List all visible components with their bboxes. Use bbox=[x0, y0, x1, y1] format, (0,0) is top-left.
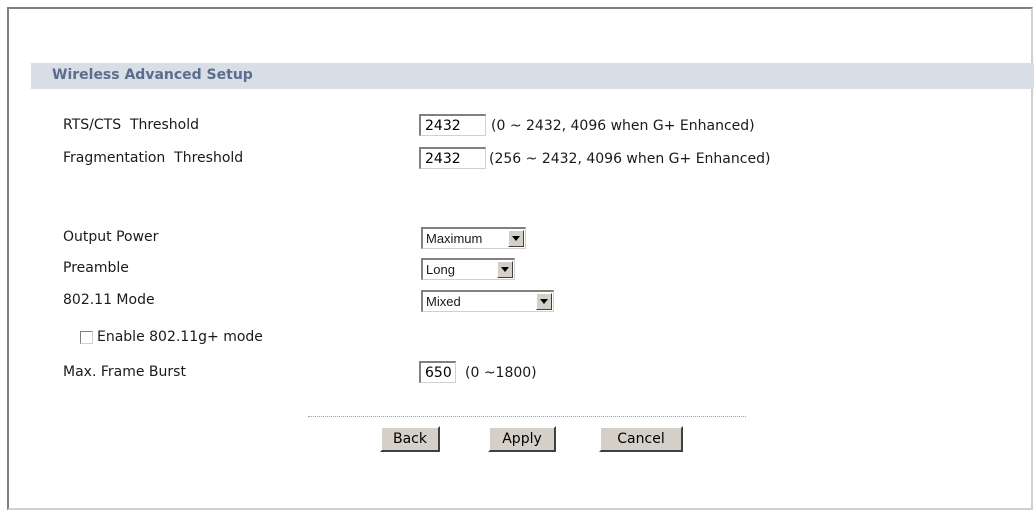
preamble-label: Preamble bbox=[63, 260, 129, 276]
preamble-select[interactable]: Long bbox=[421, 258, 515, 280]
preamble-value: Long bbox=[426, 262, 455, 277]
chevron-down-icon[interactable] bbox=[497, 261, 513, 278]
rts-threshold-input[interactable] bbox=[419, 114, 486, 136]
section-title: Wireless Advanced Setup bbox=[52, 67, 253, 83]
enable-gplus-label: Enable 802.11g+ mode bbox=[97, 329, 263, 345]
output-power-label: Output Power bbox=[63, 229, 159, 245]
section-header: Wireless Advanced Setup bbox=[31, 63, 1034, 89]
output-power-select[interactable]: Maximum bbox=[421, 227, 526, 249]
frame-burst-range: (0 ~1800) bbox=[465, 365, 537, 381]
output-power-value: Maximum bbox=[426, 231, 483, 246]
fragmentation-threshold-range: (256 ~ 2432, 4096 when G+ Enhanced) bbox=[489, 151, 771, 167]
chevron-down-icon[interactable] bbox=[536, 293, 552, 310]
rts-threshold-range: (0 ~ 2432, 4096 when G+ Enhanced) bbox=[491, 118, 755, 134]
mode-select[interactable]: Mixed bbox=[421, 290, 554, 312]
frame-burst-label: Max. Frame Burst bbox=[63, 364, 186, 380]
mode-label: 802.11 Mode bbox=[63, 292, 155, 308]
frame-burst-input[interactable] bbox=[419, 361, 456, 383]
cancel-button[interactable]: Cancel bbox=[599, 426, 683, 452]
chevron-down-icon[interactable] bbox=[508, 230, 524, 247]
fragmentation-threshold-input[interactable] bbox=[419, 147, 486, 169]
enable-gplus-checkbox[interactable] bbox=[80, 331, 93, 344]
rts-threshold-label: RTS/CTS Threshold bbox=[63, 117, 199, 133]
mode-value: Mixed bbox=[426, 294, 461, 309]
fragmentation-threshold-label: Fragmentation Threshold bbox=[63, 150, 244, 166]
apply-button[interactable]: Apply bbox=[488, 426, 556, 452]
back-button[interactable]: Back bbox=[380, 426, 440, 452]
divider bbox=[308, 416, 746, 417]
